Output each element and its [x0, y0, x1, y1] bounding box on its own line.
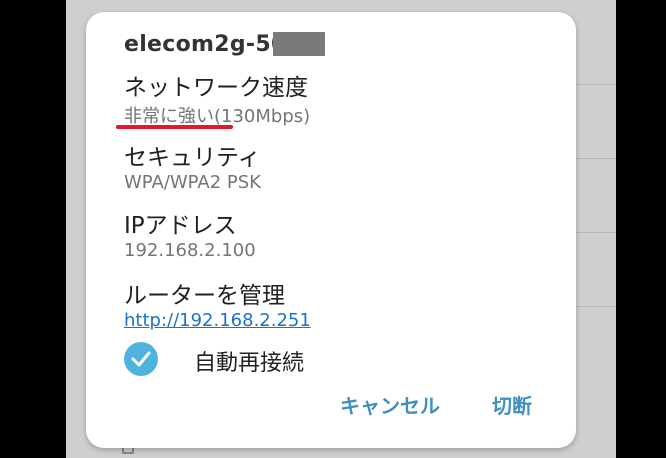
ip-address-label: IPアドレス	[124, 213, 237, 239]
ip-address-value: 192.168.2.100	[124, 240, 256, 261]
disconnect-button[interactable]: 切断	[492, 390, 532, 419]
background-divider	[576, 158, 616, 159]
manage-router-label: ルーターを管理	[124, 283, 285, 309]
router-admin-link[interactable]: http://192.168.2.251	[124, 310, 311, 331]
network-speed-label: ネットワーク速度	[124, 75, 308, 101]
background-divider	[576, 84, 616, 85]
auto-reconnect-label: 自動再接続	[194, 351, 305, 376]
auto-reconnect-checkbox[interactable]	[124, 342, 158, 376]
annotation-underline	[116, 125, 233, 129]
redaction-block	[273, 32, 325, 56]
cancel-button[interactable]: キャンセル	[340, 390, 440, 419]
security-value: WPA/WPA2 PSK	[124, 172, 261, 193]
network-name: elecom2g-50	[124, 32, 287, 57]
background-edge	[616, 0, 666, 458]
security-label: セキュリティ	[124, 145, 261, 171]
checkmark-icon	[131, 351, 151, 367]
background-divider	[576, 232, 616, 233]
background-divider	[576, 306, 616, 307]
wifi-details-dialog: elecom2g-50 ネットワーク速度 非常に強い(130Mbps) セキュリ…	[86, 12, 576, 448]
